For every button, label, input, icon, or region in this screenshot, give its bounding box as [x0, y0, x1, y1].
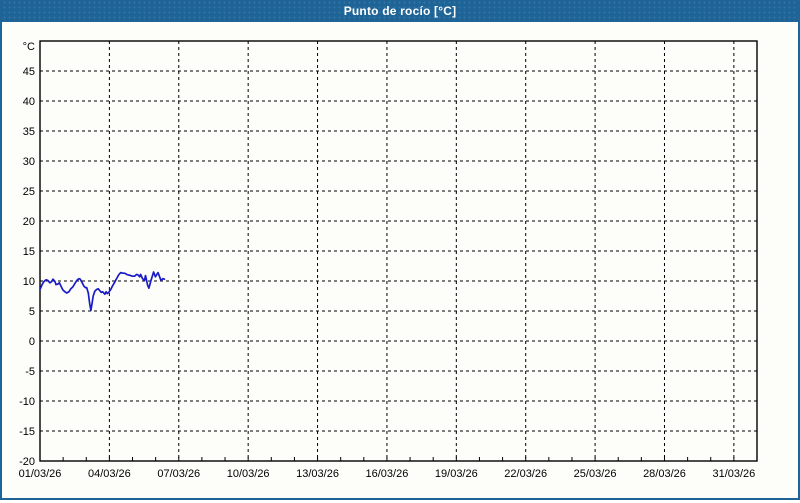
y-tick-label: -5	[25, 366, 35, 378]
y-tick-label: 0	[29, 336, 35, 348]
y-tick-label: 10	[23, 276, 35, 288]
y-tick-label: 40	[23, 96, 35, 108]
x-tick-label: 10/03/26	[227, 468, 270, 480]
y-tick-label: 5	[29, 306, 35, 318]
x-tick-label: 04/03/26	[88, 468, 131, 480]
x-tick-label: 31/03/26	[712, 468, 755, 480]
y-tick-label: 20	[23, 216, 35, 228]
dewpoint-chart-canvas: -20 -15 -10 -5 0 5 10 15 20 25 30 35 40 45 °C 01/03/26 0…	[19, 40, 758, 480]
y-tick-label: 35	[23, 126, 35, 138]
y-tick-label: 30	[23, 156, 35, 168]
x-tick-label: 01/03/26	[19, 468, 62, 480]
x-tick-label: 07/03/26	[157, 468, 200, 480]
y-tick-label: 15	[23, 246, 35, 258]
x-tick-label: 22/03/26	[504, 468, 547, 480]
chart-title: Punto de rocío [°C]	[343, 4, 457, 18]
x-tick-label: 16/03/26	[366, 468, 409, 480]
chart-window: Punto de rocío [°C] -20 -15 -10 -5 0 5 10 15 20 2…	[0, 0, 800, 500]
x-tick-label: 19/03/26	[435, 468, 478, 480]
chart-content: -20 -15 -10 -5 0 5 10 15 20 25 30 35 40 45 °C 01/03/26 0…	[2, 22, 798, 498]
x-tick-label: 25/03/26	[574, 468, 617, 480]
chart-title-bar: Punto de rocío [°C]	[2, 0, 798, 22]
x-tick-label: 28/03/26	[643, 468, 686, 480]
x-tick-label: 13/03/26	[296, 468, 339, 480]
dewpoint-line	[39, 271, 166, 312]
plot-border	[39, 40, 758, 462]
y-tick-label: 25	[23, 186, 35, 198]
y-tick-label: 45	[23, 66, 35, 78]
y-axis-unit-label: °C	[23, 41, 35, 53]
y-tick-label: -10	[19, 396, 35, 408]
y-tick-label: -20	[19, 456, 35, 468]
y-tick-label: -15	[19, 426, 35, 438]
